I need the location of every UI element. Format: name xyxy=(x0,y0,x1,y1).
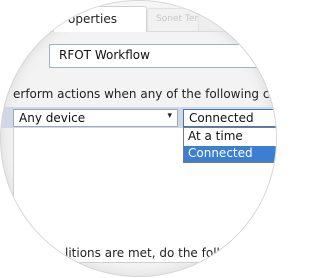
title-bar: operties Sonet Ten xyxy=(1,1,276,32)
actions-instruction: litions are met, do the foll xyxy=(65,246,220,260)
properties-window: operties Sonet Ten e: RFOT Workflow erfo… xyxy=(1,1,276,276)
tab-secondary[interactable]: Sonet Ten xyxy=(147,8,199,31)
tab-secondary-label: Sonet Ten xyxy=(156,14,199,24)
state-select-value: Connected xyxy=(189,111,254,125)
tab-properties[interactable]: operties xyxy=(53,6,147,32)
name-label: e: xyxy=(15,49,27,63)
state-dropdown-list: At a time Connected xyxy=(183,127,276,163)
name-input[interactable]: RFOT Workflow xyxy=(49,44,276,68)
dropdown-option-connected[interactable]: Connected xyxy=(184,146,276,162)
device-select[interactable]: Any device ▾ xyxy=(13,109,178,127)
device-select-value: Any device xyxy=(19,111,86,125)
state-select[interactable]: Connected xyxy=(183,109,276,127)
magnifier-lens: operties Sonet Ten e: RFOT Workflow erfo… xyxy=(1,1,276,276)
condition-instruction: erform actions when any of the following… xyxy=(13,87,276,101)
dropdown-option-at-a-time[interactable]: At a time xyxy=(184,129,276,145)
tab-properties-label: operties xyxy=(68,12,117,26)
chevron-down-icon[interactable]: ▾ xyxy=(167,111,172,121)
